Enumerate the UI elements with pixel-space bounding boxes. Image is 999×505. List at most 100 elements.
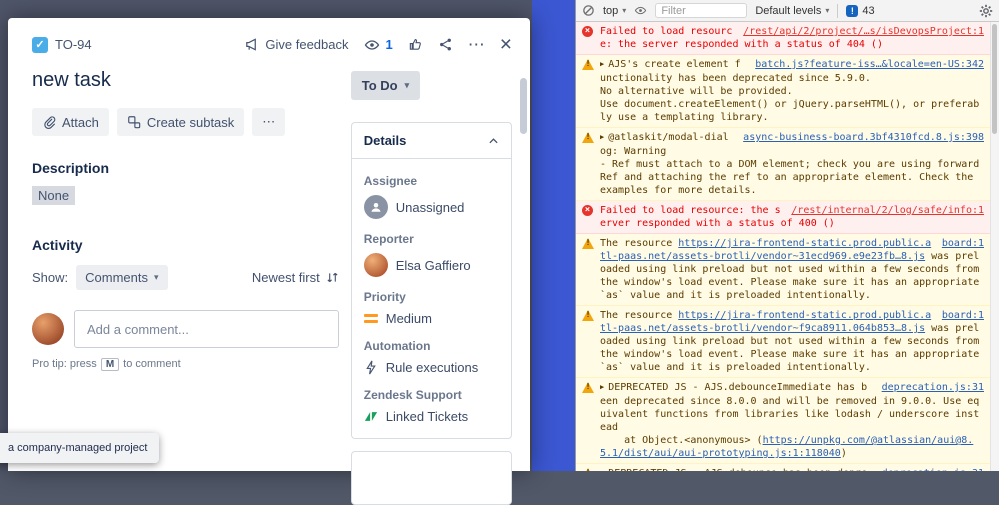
close-icon: × [499,33,512,56]
console-source-link[interactable]: deprecation.js:31 [882,467,984,471]
zendesk-value-row[interactable]: Linked Tickets [364,409,499,424]
subtask-icon [127,115,141,129]
status-dropdown[interactable]: To Do ▾ [350,71,421,100]
comment-composer [32,310,339,348]
sort-icon [326,271,339,284]
expand-arrow-icon[interactable]: ▶ [600,131,604,144]
assignee-value: Unassigned [395,199,465,215]
console-message-warning: ! batch.js?feature-iss…&locale=en-US:342 ▶… [576,55,990,128]
live-expression-eye-icon[interactable] [634,5,647,16]
zendesk-icon [364,411,378,422]
attach-button[interactable]: Attach [32,108,109,136]
modal-header: ✓ TO-94 Give feedback 1 ⋯ × [8,18,530,55]
reporter-value-row[interactable]: Elsa Gaffiero [363,253,499,277]
priority-label: Priority [363,290,406,304]
megaphone-icon [244,37,259,52]
details-panel-header[interactable]: Details [351,123,511,159]
expand-arrow-icon[interactable]: ▶ [600,58,604,71]
give-feedback-label: Give feedback [265,37,349,52]
activity-controls: Show: Comments ▾ Newest first [32,265,339,290]
watch-button[interactable]: 1 [364,37,393,52]
board-background [532,0,575,471]
attach-label: Attach [62,114,99,130]
console-toolbar: top ▾ Default levels ▾ ! 43 [576,0,999,22]
more-quick-actions-button[interactable]: ⋯ [252,108,286,136]
chevron-down-icon: ▾ [825,6,830,15]
console-message-warning: ! board:1 The resource https://jira-fronte… [576,234,990,306]
console-scrollbar-thumb[interactable] [992,24,997,134]
reporter-value: Elsa Gaffiero [395,257,471,273]
log-levels-selector[interactable]: Default levels ▾ [755,5,829,17]
priority-medium-icon [363,314,378,323]
reporter-label: Reporter [363,232,414,246]
details-title: Details [363,133,407,148]
lightning-icon [364,360,378,375]
console-message-warning: ! board:1 The resource https://jira-fronte… [576,306,990,378]
console-source-link[interactable]: batch.js?feature-iss…&locale=en-US:342 [755,58,984,71]
console-scrollbar[interactable] [990,22,999,471]
expand-arrow-icon[interactable]: ▶ [600,381,604,394]
context-selector[interactable]: top ▾ [603,5,626,17]
issues-counter[interactable]: ! 43 [846,4,875,17]
settings-gear-icon[interactable] [979,4,993,18]
warning-icon: ! [582,59,594,70]
task-type-icon[interactable]: ✓ [32,36,48,53]
console-source-link[interactable]: board:1 [942,309,984,322]
devtools-panel: top ▾ Default levels ▾ ! 43 × /rest/api/2… [575,0,999,471]
console-message-warning: !deprecation.js:31▶DEPRECATED JS - AJS.d… [576,378,990,464]
comment-input[interactable] [74,310,339,348]
console-source-link[interactable]: /rest/internal/2/log/safe/info:1 [791,204,984,217]
issue-title[interactable]: new task [32,69,339,92]
modal-scrollbar-thumb[interactable] [520,78,527,134]
console-source-link[interactable]: /rest/api/2/project/…s/isDevopsProject:1 [743,25,984,38]
console-message-text: The resource https://jira-frontend-stati… [600,238,986,301]
activity-heading: Activity [32,237,83,253]
share-icon [438,37,453,52]
priority-value-row[interactable]: Medium [363,311,499,326]
automation-value-row[interactable]: Rule executions [364,360,499,375]
description-label: Description [32,160,110,176]
pro-tip-prefix: Pro tip: press [32,358,97,370]
console-source-link[interactable]: deprecation.js:31 [882,381,984,394]
issue-key[interactable]: TO-94 [55,37,92,52]
clear-console-icon[interactable] [582,4,595,17]
expand-arrow-icon[interactable]: ▶ [600,467,604,471]
like-button[interactable] [408,37,423,52]
issues-count: 43 [862,4,875,17]
paperclip-icon [42,115,56,129]
share-button[interactable] [438,37,453,52]
pro-tip-key: M [100,358,120,371]
give-feedback-button[interactable]: Give feedback [244,37,349,52]
console-message-warning: ! async-business-board.3bf4310fcd.8.js:39… [576,128,990,201]
comments-filter-value: Comments [85,270,148,285]
modal-scrollbar[interactable] [520,64,527,467]
assignee-value-row[interactable]: Unassigned [363,195,499,219]
error-icon: × [582,205,593,216]
comments-filter-dropdown[interactable]: Comments ▾ [76,265,168,290]
collapsed-panel[interactable] [350,451,512,505]
watch-count: 1 [385,37,393,52]
pro-tip-suffix: to comment [123,358,181,370]
close-button[interactable]: × [500,34,512,55]
description-value[interactable]: None [32,186,76,205]
console-message-error: ×/rest/internal/2/log/safe/info:1 Failed … [576,201,990,234]
warning-icon: ! [582,238,594,249]
current-user-avatar [32,313,64,345]
reporter-avatar [363,253,388,277]
sort-order-button[interactable]: Newest first [252,270,339,285]
status-value: To Do [361,78,398,93]
warning-icon: ! [582,310,594,321]
more-actions-button[interactable]: ⋯ [468,36,485,53]
create-subtask-button[interactable]: Create subtask [116,108,245,136]
pro-tip: Pro tip: press Mto comment [32,358,339,371]
unassigned-avatar-icon [363,195,388,219]
console-source-link[interactable]: board:1 [942,237,984,250]
console-messages: × /rest/api/2/project/…s/isDevopsProject:… [576,22,990,471]
warning-icon: ! [582,132,594,143]
console-message-warning: !deprecation.js:31▶DEPRECATED JS - AJS.d… [576,464,990,471]
console-source-link[interactable]: async-business-board.3bf4310fcd.8.js:398 [743,131,984,144]
console-filter-input[interactable] [655,3,748,18]
context-value: top [603,4,619,17]
chevron-down-icon: ▾ [622,6,627,15]
header-actions: Give feedback 1 ⋯ × [244,34,512,55]
